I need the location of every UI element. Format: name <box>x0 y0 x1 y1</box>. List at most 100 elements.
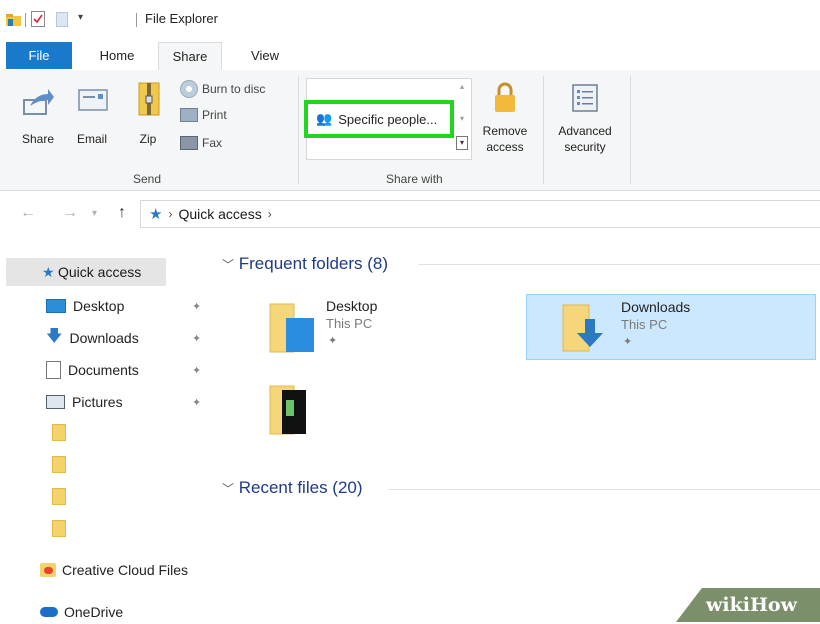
desktop-icon <box>46 299 66 313</box>
advanced-security-button[interactable]: Advanced security <box>550 80 620 164</box>
advanced-security-label-1: Advanced <box>558 124 612 138</box>
tile-sub-downloads: This PC <box>621 317 668 332</box>
recent-files-title: Recent files (20) <box>238 478 363 497</box>
folder-icon[interactable] <box>52 488 66 505</box>
pin-icon[interactable]: ✦ <box>192 332 201 345</box>
tab-share[interactable]: Share <box>158 42 222 71</box>
email-label: Email <box>76 132 107 146</box>
print-button[interactable]: Print <box>180 108 227 122</box>
nav-item-label-onedrive: OneDrive <box>64 604 124 620</box>
zip-button[interactable]: Zip <box>128 80 168 152</box>
forward-arrow-icon[interactable]: → <box>62 204 78 222</box>
specific-people-button[interactable]: 👥 Specific people... <box>304 100 454 138</box>
share-icon <box>22 86 54 123</box>
folder-with-image-icon <box>269 385 306 435</box>
gallery-expand[interactable]: ▾ <box>456 136 468 150</box>
lock-icon <box>494 82 516 119</box>
up-arrow-icon[interactable]: ↑ <box>118 204 126 222</box>
disc-icon <box>180 80 198 98</box>
desktop-folder-icon <box>268 300 316 361</box>
breadcrumb-quick-access[interactable]: Quick access <box>178 206 261 222</box>
nav-item-pictures[interactable]: Pictures <box>46 390 123 414</box>
folder-tile-downloads[interactable]: Downloads This PC ✦ <box>526 294 816 360</box>
file-explorer-app-icon <box>6 13 21 26</box>
share-button[interactable]: Share <box>16 80 60 152</box>
quick-access-star-icon: ★ <box>149 206 163 223</box>
content-pane: ﹀ Frequent folders (8) Desktop This PC ✦… <box>212 232 820 622</box>
remove-access-label-1: Remove <box>482 124 528 138</box>
nav-item-creative-cloud-files[interactable]: Creative Cloud Files <box>40 558 188 582</box>
send-group-label: Send <box>133 172 162 186</box>
quick-access-star-icon-nav: ★ <box>42 263 55 280</box>
gallery-scroll-up[interactable]: ▴ <box>456 82 468 96</box>
pin-icon: ✦ <box>623 336 633 348</box>
email-button[interactable]: Email <box>68 80 116 152</box>
tab-file[interactable]: File <box>6 42 72 69</box>
frequent-folders-title: Frequent folders (8) <box>238 254 389 273</box>
title-bar: ▾ File Explorer <box>0 0 820 34</box>
printer-icon <box>180 108 198 122</box>
breadcrumb-chevron-icon-2: › <box>267 207 272 221</box>
people-icon: 👥 <box>316 111 333 126</box>
address-bar-row: ← → ▾ ↑ ★ › Quick access › <box>0 196 820 232</box>
collapse-chevron-icon: ﹀ <box>222 258 235 272</box>
tab-home[interactable]: Home <box>92 42 142 69</box>
recent-files-header[interactable]: ﹀ Recent files (20) <box>222 478 363 498</box>
email-icon <box>78 88 108 117</box>
pictures-icon <box>46 395 65 409</box>
gallery-scroll-down[interactable]: ▾ <box>456 114 468 128</box>
breadcrumb-chevron-icon: › <box>168 207 173 221</box>
download-arrow-icon: 🡇 <box>46 327 63 345</box>
nav-item-label-pictures: Pictures <box>72 394 123 410</box>
nav-quick-access-label: Quick access <box>58 264 142 280</box>
properties-quick-icon[interactable] <box>31 11 45 27</box>
pin-icon[interactable]: ✦ <box>192 396 201 409</box>
share-with-group-label: Share with <box>386 172 443 186</box>
nav-pane: ★ Quick access Desktop ✦ 🡇 Downloads ✦ D… <box>0 232 212 622</box>
folder-icon[interactable] <box>52 456 66 473</box>
nav-item-onedrive[interactable]: OneDrive <box>40 600 123 624</box>
nav-item-documents[interactable]: Documents <box>46 358 139 382</box>
frequent-folders-header[interactable]: ﹀ Frequent folders (8) <box>222 254 388 274</box>
nav-item-desktop[interactable]: Desktop <box>46 294 124 318</box>
back-arrow-icon[interactable]: ← <box>20 204 36 222</box>
fax-icon <box>180 136 198 150</box>
ribbon-share: Share Email Zip Burn to disc Print Fax S… <box>0 70 820 191</box>
ribbon-separator-3 <box>630 76 631 184</box>
nav-item-label-documents: Documents <box>68 362 139 378</box>
nav-item-downloads[interactable]: 🡇 Downloads <box>46 326 139 350</box>
nav-quick-access[interactable]: ★ Quick access <box>6 258 166 286</box>
nav-item-label-desktop: Desktop <box>73 298 125 314</box>
creative-cloud-icon <box>40 563 56 577</box>
specific-people-label: Specific people... <box>338 111 438 127</box>
title-separator <box>25 13 26 27</box>
address-box[interactable]: ★ › Quick access › <box>140 200 820 228</box>
ribbon-tabs: File Home Share View <box>0 42 820 71</box>
recent-locations-chevron-icon[interactable]: ▾ <box>92 208 97 219</box>
pin-icon: ✦ <box>328 335 338 347</box>
pin-icon[interactable]: ✦ <box>192 300 201 313</box>
ribbon-separator-2 <box>543 76 544 184</box>
nav-item-label-downloads: Downloads <box>69 330 139 346</box>
tab-view[interactable]: View <box>240 42 290 69</box>
burn-to-disc-label: Burn to disc <box>202 82 266 96</box>
folder-tile-unnamed[interactable] <box>262 380 322 444</box>
quick-access-dropdown-icon[interactable]: ▾ <box>78 12 83 23</box>
security-document-icon <box>572 84 598 117</box>
collapse-chevron-icon: ﹀ <box>222 482 235 496</box>
wikihow-watermark-text: wikiHow <box>706 594 797 616</box>
frequent-divider <box>418 264 820 265</box>
folder-icon[interactable] <box>52 424 66 441</box>
recent-divider <box>388 489 820 490</box>
title-separator-2 <box>136 13 137 27</box>
burn-to-disc-button[interactable]: Burn to disc <box>180 80 265 98</box>
share-label: Share <box>21 132 55 146</box>
new-folder-quick-icon[interactable] <box>56 12 68 27</box>
folder-tile-desktop[interactable]: Desktop This PC ✦ <box>262 294 522 358</box>
folder-icon[interactable] <box>52 520 66 537</box>
tile-name-downloads: Downloads <box>621 299 691 315</box>
remove-access-button[interactable]: Remove access <box>476 80 534 164</box>
fax-button[interactable]: Fax <box>180 136 222 150</box>
pin-icon[interactable]: ✦ <box>192 364 201 377</box>
fax-label: Fax <box>202 136 223 150</box>
